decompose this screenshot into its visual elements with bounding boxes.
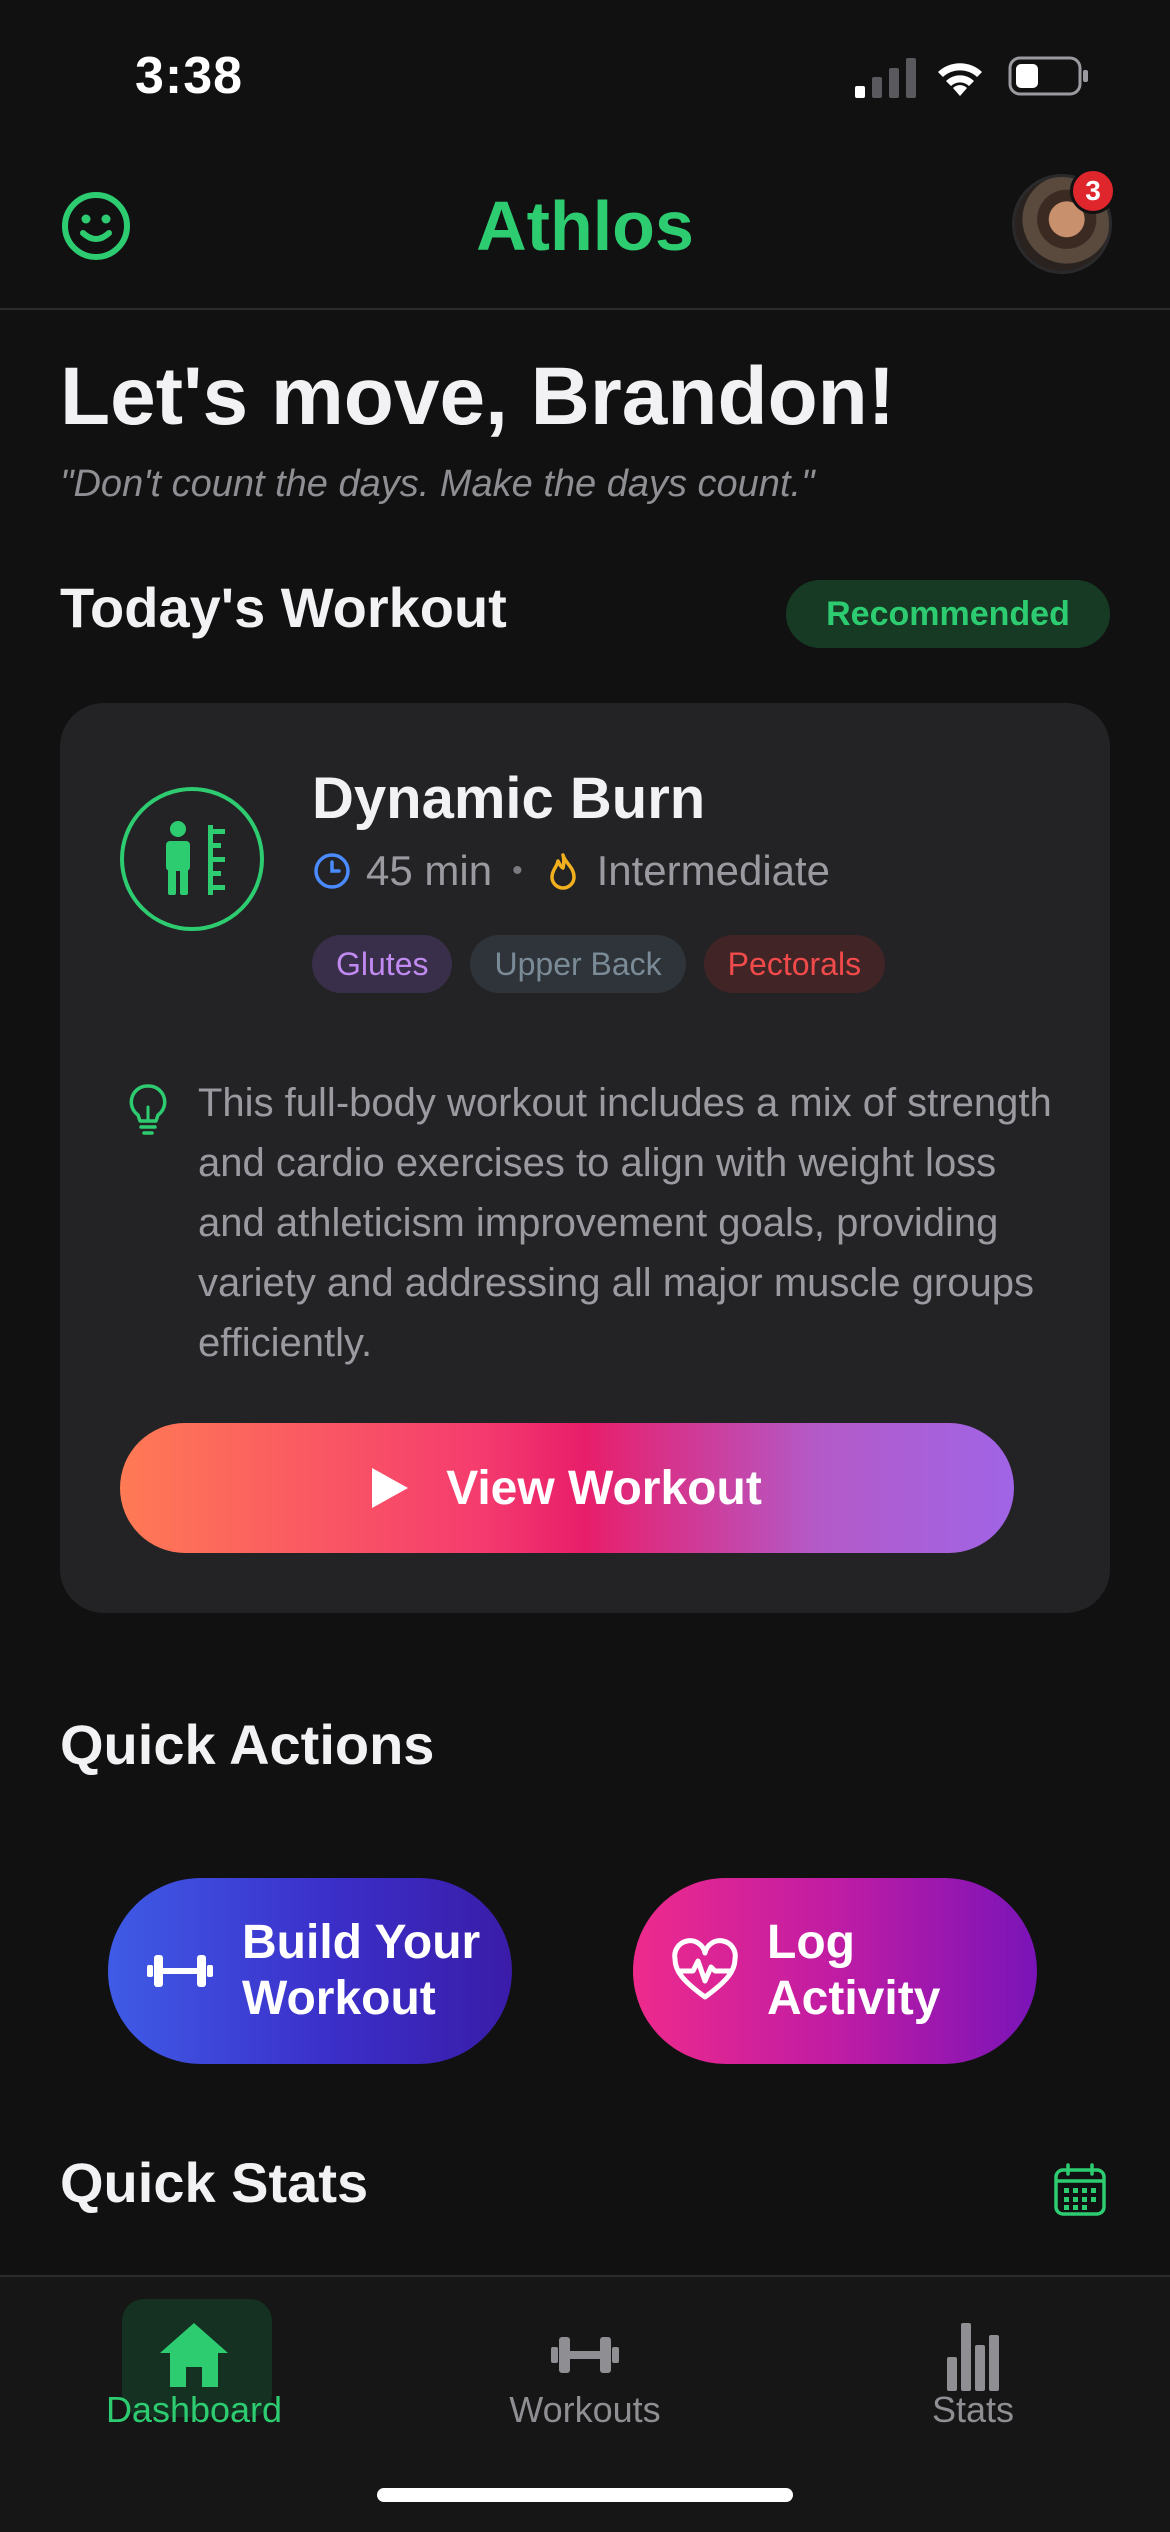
clock-icon [314, 853, 350, 889]
build-workout-line2: Workout [242, 1972, 436, 2025]
tab-workouts-label: Workouts [509, 2389, 661, 2430]
lightbulb-icon [129, 1084, 167, 1135]
quick-stats-title: Quick Stats [60, 2151, 369, 2214]
cellular-signal-icon [855, 58, 916, 98]
muscle-tag-glutes: Glutes [312, 935, 453, 993]
status-bar: 3:38 [0, 0, 1170, 150]
person-height-icon [166, 821, 225, 895]
build-workout-line1: Build Your [242, 1916, 481, 1969]
build-workout-label: Build Your Workout [242, 1915, 480, 2027]
tab-stats-label: Stats [931, 2389, 1015, 2430]
home-indicator[interactable] [377, 2488, 793, 2502]
home-icon [160, 2323, 228, 2387]
wifi-icon [938, 63, 982, 96]
workout-duration: 45 min [366, 847, 493, 894]
view-workout-label: View Workout [446, 1461, 762, 1515]
workout-type-icon [120, 787, 264, 931]
tab-dashboard[interactable]: Dashboard [64, 2299, 324, 2439]
dumbbell-icon [551, 2337, 619, 2373]
recommended-badge: Recommended [786, 580, 1110, 648]
muscle-tag-upper-back: Upper Back [470, 935, 686, 993]
play-icon [372, 1468, 409, 1508]
notification-badge: 3 [1070, 168, 1116, 214]
muscle-tags: Glutes Upper Back Pectorals [312, 935, 886, 993]
flame-icon [549, 853, 576, 890]
greeting-headline: Let's move, Brandon! [60, 351, 896, 442]
tab-dashboard-label: Dashboard [105, 2389, 283, 2430]
log-activity-label: Log Activity [767, 1915, 940, 2027]
app-header: Athlos 3 [0, 150, 1170, 310]
log-activity-line1: Log [767, 1916, 855, 1969]
meta-separator: • [512, 854, 523, 887]
quick-actions-title: Quick Actions [60, 1713, 435, 1776]
workout-meta: 45 min • Intermediate [312, 846, 830, 896]
workout-description: This full-body workout includes a mix of… [198, 1081, 1052, 1365]
profile-avatar-button[interactable]: 3 [1012, 168, 1116, 274]
workout-card[interactable]: Dynamic Burn 45 min • Intermediate Glute… [60, 703, 1110, 1613]
muscle-tag-pectorals: Pectorals [703, 935, 886, 993]
app-title: Athlos [476, 187, 694, 265]
view-workout-button[interactable]: View Workout [120, 1423, 1014, 1553]
heart-pulse-icon [672, 1938, 738, 2000]
dumbbell-icon [147, 1955, 213, 1987]
log-activity-line2: Activity [767, 1972, 941, 2025]
bar-chart-icon [947, 2323, 999, 2391]
calendar-icon[interactable] [1052, 2162, 1108, 2218]
workout-name: Dynamic Burn [312, 766, 706, 831]
tab-stats[interactable]: Stats [843, 2299, 1103, 2439]
workout-level: Intermediate [596, 847, 831, 894]
todays-workout-title: Today's Workout [60, 576, 507, 639]
battery-icon [1008, 56, 1088, 96]
status-time: 3:38 [135, 47, 244, 105]
log-activity-button[interactable]: Log Activity [633, 1878, 1037, 2064]
build-workout-button[interactable]: Build Your Workout [108, 1878, 512, 2064]
tab-workouts[interactable]: Workouts [455, 2299, 715, 2439]
motivational-quote: "Don't count the days. Make the days cou… [60, 463, 815, 505]
